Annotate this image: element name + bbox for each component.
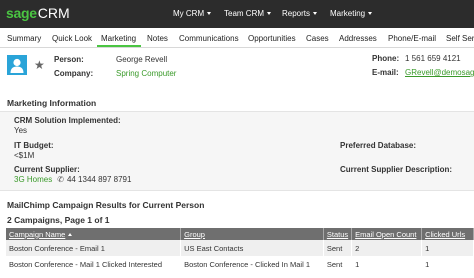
tab-marketing[interactable]: Marketing — [101, 34, 136, 44]
person-avatar-icon — [7, 55, 27, 75]
cell-campaign-name: Boston Conference - Mail 1 Clicked Inter… — [6, 256, 182, 272]
supplier-description-label: Current Supplier Description: — [340, 165, 453, 174]
cell-status: Sent — [323, 240, 353, 256]
sort-asc-icon — [68, 233, 73, 237]
current-supplier-row: 3G Homes ✆ 44 1344 897 8791 — [14, 175, 131, 185]
tab-quick-look[interactable]: Quick Look — [52, 34, 92, 44]
cell-email-open-count: 1 — [351, 256, 423, 272]
person-label: Person: — [54, 55, 84, 64]
logo-sage-text: sage — [6, 5, 37, 21]
topnav-team-crm[interactable]: Team CRM — [224, 9, 272, 19]
phone-label: Phone: — [372, 54, 400, 63]
crm-solution-label: CRM Solution Implemented: — [14, 116, 121, 125]
logo-crm-text: CRM — [37, 5, 70, 21]
campaign-results-table: Campaign Name Group Status Email Open Co… — [6, 228, 474, 272]
phone-icon: ✆ — [57, 175, 64, 184]
active-tab-indicator — [97, 45, 141, 47]
tab-summary[interactable]: Summary — [7, 34, 41, 44]
tab-addresses[interactable]: Addresses — [339, 34, 377, 44]
tab-phone-email[interactable]: Phone/E-mail — [388, 34, 436, 44]
chevron-down-icon — [207, 12, 212, 16]
cell-group: US East Contacts — [180, 240, 324, 256]
sage-crm-logo[interactable]: sageCRM — [6, 5, 70, 22]
current-supplier-link[interactable]: 3G Homes — [14, 175, 52, 184]
topnav-marketing[interactable]: Marketing — [330, 9, 373, 19]
phone-value: 1 561 659 4121 — [405, 54, 461, 63]
column-header-clicked-urls[interactable]: Clicked Urls — [421, 228, 474, 240]
topnav-my-crm[interactable]: My CRM — [173, 9, 212, 19]
email-label: E-mail: — [372, 68, 399, 77]
company-label: Company: — [54, 69, 94, 78]
cell-clicked-urls: 1 — [421, 240, 474, 256]
star-icon[interactable]: ★ — [34, 59, 45, 71]
campaign-count: 2 Campaigns, Page 1 of 1 — [7, 215, 110, 225]
table-row[interactable]: Boston Conference - Mail 1 Clicked Inter… — [6, 256, 474, 272]
current-supplier-phone: 44 1344 897 8791 — [66, 175, 132, 184]
email-link[interactable]: GRevell@demosagecr — [405, 68, 474, 78]
preferred-database-label: Preferred Database: — [340, 141, 417, 150]
chevron-down-icon — [267, 12, 272, 16]
column-header-status[interactable]: Status — [323, 228, 353, 240]
cell-email-open-count: 2 — [351, 240, 423, 256]
tab-self-service[interactable]: Self Serv — [446, 34, 474, 44]
cell-status: Sent — [323, 256, 353, 272]
column-header-group[interactable]: Group — [180, 228, 324, 240]
person-silhouette-icon — [10, 58, 24, 73]
tab-notes[interactable]: Notes — [147, 34, 168, 44]
chevron-down-icon — [368, 12, 373, 16]
chevron-down-icon — [313, 12, 318, 16]
column-header-campaign-name[interactable]: Campaign Name — [6, 228, 182, 240]
cell-group: Boston Conference - Clicked In Mail 1 — [180, 256, 324, 272]
it-budget-label: IT Budget: — [14, 141, 54, 150]
cell-clicked-urls: 1 — [421, 256, 474, 272]
company-link[interactable]: Spring Computer — [116, 69, 176, 79]
person-value: George Revell — [116, 55, 168, 64]
top-bar: sageCRM My CRM Team CRM Reports Marketin… — [0, 0, 474, 28]
table-row[interactable]: Boston Conference - Email 1 US East Cont… — [6, 240, 474, 256]
marketing-info-title: Marketing Information — [7, 98, 97, 108]
tab-communications[interactable]: Communications — [179, 34, 239, 44]
table-header-row: Campaign Name Group Status Email Open Co… — [6, 228, 474, 240]
mailchimp-title: MailChimp Campaign Results for Current P… — [7, 200, 205, 210]
column-header-email-open-count[interactable]: Email Open Count — [351, 228, 423, 240]
cell-campaign-name: Boston Conference - Email 1 — [6, 240, 182, 256]
crm-solution-value: Yes — [14, 126, 28, 135]
topnav-reports[interactable]: Reports — [282, 9, 318, 19]
tab-opportunities[interactable]: Opportunities — [248, 34, 296, 44]
tab-bar: Summary Quick Look Marketing Notes Commu… — [0, 29, 474, 48]
current-supplier-label: Current Supplier: — [14, 165, 80, 174]
tab-cases[interactable]: Cases — [306, 34, 329, 44]
it-budget-value: <$1M — [14, 151, 35, 160]
